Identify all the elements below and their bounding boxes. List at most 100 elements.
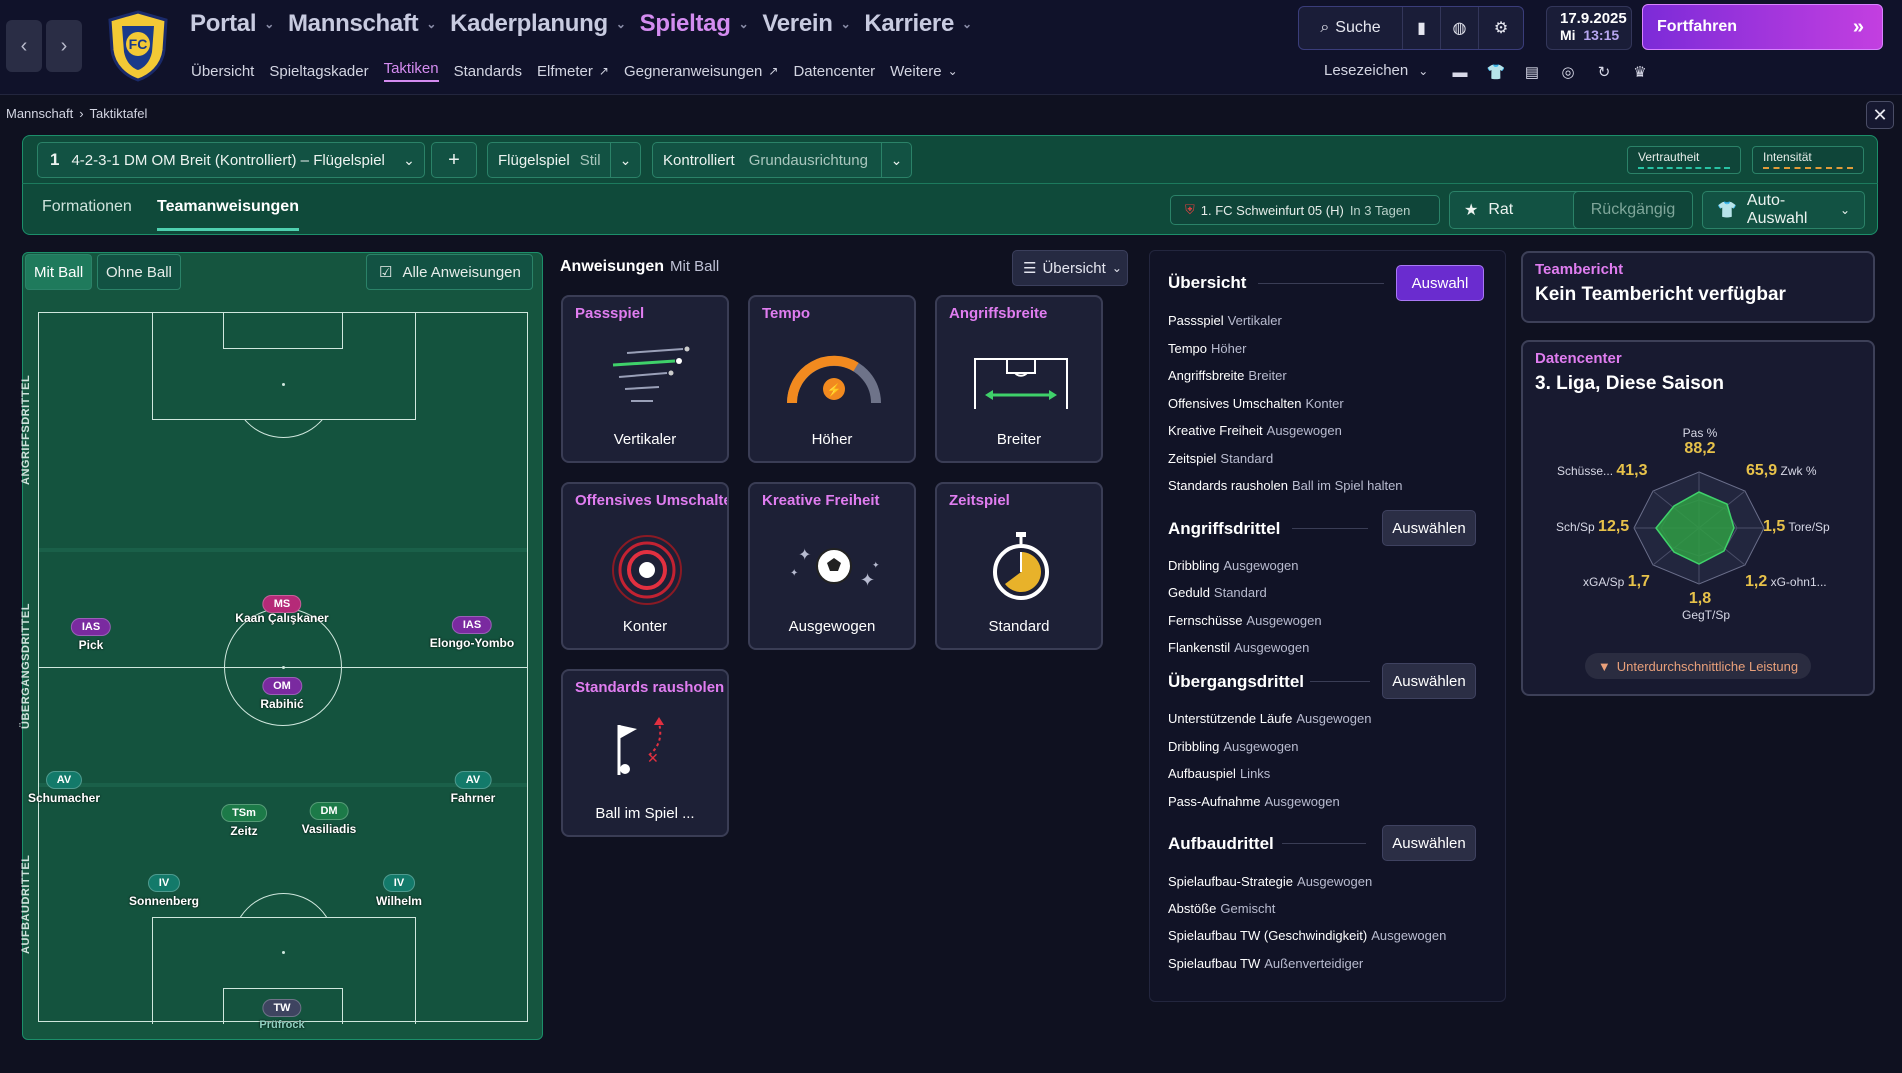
subnav-gegneranweisungen[interactable]: Gegneranweisungen ↗ — [624, 60, 779, 82]
globe-icon: ◍ — [1452, 20, 1467, 37]
pass-arrows-icon — [612, 346, 690, 402]
subnav-weitere[interactable]: Weitere ⌄ — [890, 60, 957, 82]
overview-row: Abstöße Gemischt — [1168, 901, 1276, 916]
nav-portal[interactable]: Portal ⌄ — [190, 10, 274, 38]
opponent-info[interactable]: ⛨ 1. FC Schweinfurt 05 (H) In 3 Tagen — [1170, 195, 1440, 225]
radar-chart — [1633, 471, 1765, 585]
back-button[interactable]: ‹ — [6, 20, 42, 72]
with-ball-toggle[interactable]: Mit Ball — [25, 254, 93, 290]
performance-badge: ▼ Unterdurchschnittliche Leistung — [1585, 653, 1811, 679]
nav-karriere[interactable]: Karriere ⌄ — [864, 10, 972, 38]
player-tsm[interactable]: TSm Zeitz — [221, 804, 267, 838]
ball-sparkle-icon: ✦ ✦ ✦ ✦ — [790, 545, 880, 591]
clipboard-icon[interactable]: ▤ — [1520, 60, 1544, 84]
team-report-text: Kein Teambericht verfügbar — [1535, 284, 1786, 305]
nav-mannschaft[interactable]: Mannschaft ⌄ — [288, 10, 436, 38]
choose-buildup-button[interactable]: Auswählen — [1382, 825, 1476, 861]
style-dropdown[interactable]: Flügelspiel Stil ⌄ — [487, 142, 641, 178]
nav-spieltag[interactable]: Spieltag ⌄ — [640, 10, 749, 38]
search-button[interactable]: ⌕ Suche — [1299, 7, 1403, 49]
continue-button[interactable]: Fortfahren» — [1642, 4, 1883, 50]
without-ball-toggle[interactable]: Ohne Ball — [97, 254, 181, 290]
tempo-gauge-icon: ⚡ — [786, 355, 881, 404]
subnav-taktiken[interactable]: Taktiken — [383, 60, 439, 82]
close-button[interactable]: ✕ — [1866, 101, 1894, 129]
chat-icon[interactable]: ▬ — [1448, 60, 1472, 84]
flag-kick-icon: ✕ — [617, 717, 664, 775]
player-iv-right[interactable]: IV Wilhelm — [376, 874, 422, 908]
subnav-spieltagskader[interactable]: Spieltagskader — [269, 60, 368, 82]
overview-row: Tempo Höher — [1168, 341, 1247, 356]
team-report-panel: Teambericht Kein Teambericht verfügbar — [1521, 251, 1875, 323]
refresh-icon[interactable]: ↻ — [1592, 60, 1616, 84]
tactic-selector[interactable]: 1 4-2-3-1 DM OM Breit (Kontrolliert) – F… — [37, 142, 425, 178]
divider — [1310, 681, 1370, 682]
divider — [1258, 283, 1384, 284]
player-dm[interactable]: DM Vasiliadis — [302, 802, 356, 836]
mentality-dropdown[interactable]: Kontrolliert Grundausrichtung ⌄ — [652, 142, 912, 178]
subnav-uebersicht[interactable]: Übersicht — [191, 60, 254, 82]
breadcrumb-parent[interactable]: Mannschaft — [6, 106, 73, 121]
checklist-icon: ☑ — [379, 264, 393, 281]
card-title: Angriffsbreite — [949, 305, 1048, 322]
date-display[interactable]: 17.9.2025 Mi 13:15 — [1546, 6, 1632, 50]
mentality-value: Kontrolliert — [663, 151, 735, 169]
view-dropdown[interactable]: ☰ Übersicht ⌄ — [1012, 250, 1128, 286]
breadcrumb: Mannschaft › Taktiktafel — [6, 106, 147, 121]
subnav-datencenter[interactable]: Datencenter — [793, 60, 875, 82]
card-offensives-umschalten[interactable]: Offensives Umschalten Konter — [561, 482, 729, 650]
card-value: Höher — [811, 431, 853, 448]
nav-verein[interactable]: Verein ⌄ — [762, 10, 850, 38]
player-tw[interactable]: TW Prüfrock — [259, 999, 305, 1031]
player-ias-right[interactable]: IAS Elongo-Yombo — [430, 616, 514, 650]
shirt-icon[interactable]: 👕 — [1484, 60, 1508, 84]
card-angriffsbreite[interactable]: Angriffsbreite Breiter — [935, 295, 1103, 463]
player-ias-left[interactable]: IAS Pick — [70, 618, 112, 652]
card-zeitspiel[interactable]: Zeitspiel Standard — [935, 482, 1103, 650]
datacenter-subtitle: 3. Liga, Diese Saison — [1535, 373, 1725, 394]
overview-row: Offensives Umschalten Konter — [1168, 396, 1344, 411]
add-tactic-button[interactable]: + — [431, 142, 477, 178]
card-tempo[interactable]: Tempo ⚡ Höher — [748, 295, 916, 463]
all-instructions-button[interactable]: ☑ Alle Anweisungen — [366, 254, 533, 290]
forward-button[interactable]: › — [46, 20, 82, 72]
zone-label-buildup: AUFBAUDRITTEL — [20, 854, 32, 954]
settings-button[interactable]: ⚙ — [1479, 7, 1523, 49]
player-av-right[interactable]: AV Fahrner — [450, 771, 496, 805]
player-av-left[interactable]: AV Schumacher — [28, 771, 100, 805]
subnav-elfmeter[interactable]: Elfmeter ↗ — [537, 60, 609, 82]
undo-button[interactable]: Rückgängig — [1573, 191, 1693, 229]
player-name: Fahrner — [450, 791, 496, 805]
svg-text:⚡: ⚡ — [827, 383, 842, 397]
tactic-name: 4-2-3-1 DM OM Breit (Kontrolliert) – Flü… — [71, 151, 385, 169]
card-value: Standard — [988, 618, 1050, 635]
club-logo: FC — [100, 8, 176, 84]
player-ms[interactable]: MS Kaan Çalışkaner — [235, 595, 329, 625]
list-icon: ☰ — [1023, 260, 1037, 277]
player-om[interactable]: OM Rabihić — [260, 677, 304, 711]
trophy-icon[interactable]: ♛ — [1628, 60, 1652, 84]
stat-xg: 1,2 xG-ohn1... — [1745, 573, 1827, 590]
choose-transition-button[interactable]: Auswählen — [1382, 663, 1476, 699]
overview-row: Dribbling Ausgewogen — [1168, 739, 1299, 754]
role-badge: OM — [262, 677, 302, 695]
chevron-down-icon: ⌄ — [881, 143, 911, 177]
tab-team-instructions[interactable]: Teamanweisungen — [157, 198, 299, 231]
nav-kaderplanung[interactable]: Kaderplanung ⌄ — [450, 10, 626, 38]
bookmark-button[interactable]: ▮ — [1403, 7, 1441, 49]
card-passspiel[interactable]: Passspiel Vertikaler — [561, 295, 729, 463]
tab-formations[interactable]: Formationen — [42, 198, 132, 216]
choose-attack-button[interactable]: Auswählen — [1382, 510, 1476, 546]
bookmarks-dropdown[interactable]: Lesezeichen ⌄ — [1324, 62, 1428, 79]
globe-button[interactable]: ◍ — [1441, 7, 1479, 49]
pitch — [38, 312, 528, 1024]
chevron-down-icon: ⌄ — [426, 17, 437, 31]
auto-select-button[interactable]: 👕 Auto-Auswahl ⌄ — [1702, 191, 1865, 229]
subnav-standards[interactable]: Standards — [454, 60, 522, 82]
card-kreative-freiheit[interactable]: Kreative Freiheit ✦ ✦ ✦ ✦ Ausgewogen — [748, 482, 916, 650]
scout-icon[interactable]: ◎ — [1556, 60, 1580, 84]
stat-pass: Pas % 88,2 — [1682, 426, 1718, 457]
player-iv-left[interactable]: IV Sonnenberg — [129, 874, 199, 908]
select-button[interactable]: Auswahl — [1396, 265, 1484, 301]
card-standards-rausholen[interactable]: Standards rausholen ✕ Ball im Spiel ... — [561, 669, 729, 837]
